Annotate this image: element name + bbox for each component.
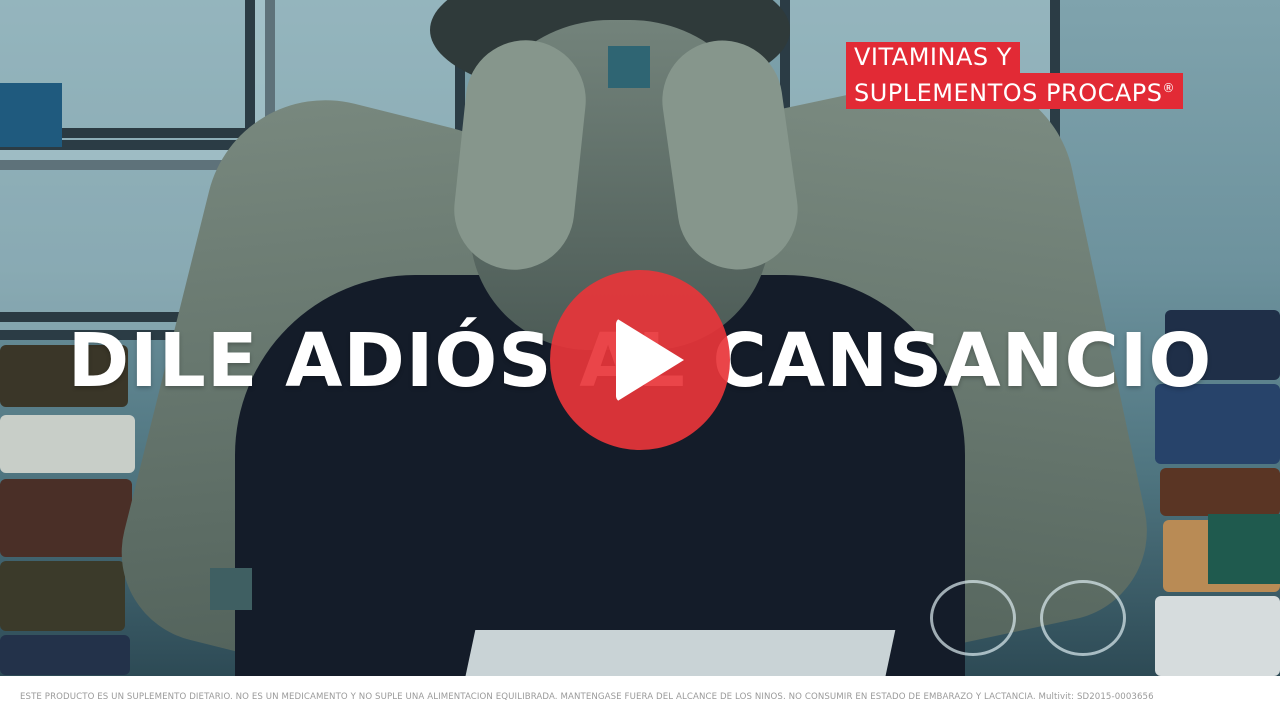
play-button[interactable] [550, 270, 730, 450]
video-frame[interactable]: VITAMINAS Y SUPLEMENTOS PROCAPS® DILE AD… [0, 0, 1280, 720]
brand-tag-line-2: SUPLEMENTOS PROCAPS® [846, 73, 1183, 109]
disclaimer-text: ESTE PRODUCTO ES UN SUPLEMENTO DIETARIO.… [20, 692, 1154, 702]
play-icon [616, 318, 684, 402]
registered-mark: ® [1162, 81, 1175, 95]
decorative-square [608, 46, 650, 88]
decorative-square [210, 568, 252, 610]
desk-glasses [930, 580, 1130, 660]
decorative-square [1208, 514, 1280, 584]
brand-tag-line-2-text: SUPLEMENTOS PROCAPS [854, 79, 1163, 107]
desk-paper [464, 630, 896, 676]
decorative-square [0, 83, 62, 147]
brand-tag-line-1: VITAMINAS Y [846, 42, 1020, 73]
brand-tag: VITAMINAS Y SUPLEMENTOS PROCAPS® [846, 42, 1183, 109]
disclaimer-bar: ESTE PRODUCTO ES UN SUPLEMENTO DIETARIO.… [0, 676, 1280, 720]
